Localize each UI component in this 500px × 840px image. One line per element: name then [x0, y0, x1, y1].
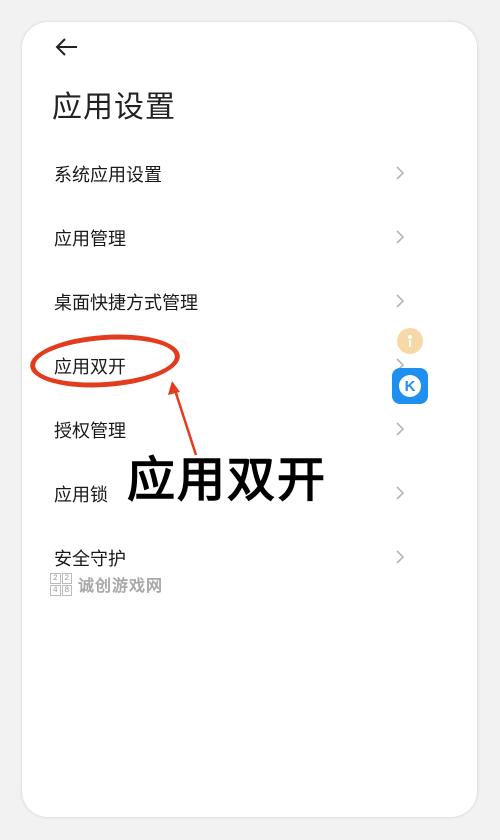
chevron-right-icon — [396, 230, 405, 244]
page-title: 应用设置 — [52, 90, 176, 125]
menu-item-label: 应用管理 — [54, 229, 126, 250]
chevron-right-icon — [396, 550, 405, 564]
menu-item-label: 系统应用设置 — [54, 165, 162, 186]
watermark: 2 2 4 8 诚创游戏网 — [50, 572, 163, 596]
watermark-logo-digit: 4 — [50, 585, 61, 596]
menu-item-system-app-settings[interactable]: 系统应用设置 — [22, 142, 477, 206]
chevron-right-icon — [396, 422, 405, 436]
floating-app-icons: K — [390, 328, 430, 404]
menu-item-label: 授权管理 — [54, 421, 126, 442]
menu-item-app-management[interactable]: 应用管理 — [22, 206, 477, 270]
chevron-right-icon — [396, 294, 405, 308]
back-button[interactable] — [52, 32, 82, 62]
annotation-text: 应用双开 — [127, 452, 328, 508]
menu-item-desktop-shortcut-management[interactable]: 桌面快捷方式管理 — [22, 270, 477, 334]
menu-item-label: 桌面快捷方式管理 — [54, 293, 198, 314]
chevron-right-icon — [396, 166, 405, 180]
watermark-logo: 2 2 4 8 — [50, 573, 72, 596]
kugou-app-icon[interactable]: K — [392, 368, 428, 404]
watermark-text: 诚创游戏网 — [78, 576, 164, 595]
menu-item-label: 应用锁 — [54, 485, 108, 506]
watermark-logo-digit: 2 — [50, 573, 61, 584]
watermark-logo-digit: 8 — [61, 585, 72, 596]
phone-screen: 应用设置 系统应用设置 应用管理 桌面快捷方式管理 应用双开 授权管理 应用锁 … — [22, 22, 477, 817]
kugou-letter: K — [399, 375, 421, 397]
menu-item-label: 应用双开 — [54, 357, 126, 378]
chevron-right-icon — [396, 486, 405, 500]
menu-item-label: 安全守护 — [54, 549, 126, 570]
assistant-ball-icon[interactable] — [397, 328, 423, 354]
arrow-left-icon — [55, 38, 77, 56]
watermark-logo-digit: 2 — [61, 573, 72, 584]
